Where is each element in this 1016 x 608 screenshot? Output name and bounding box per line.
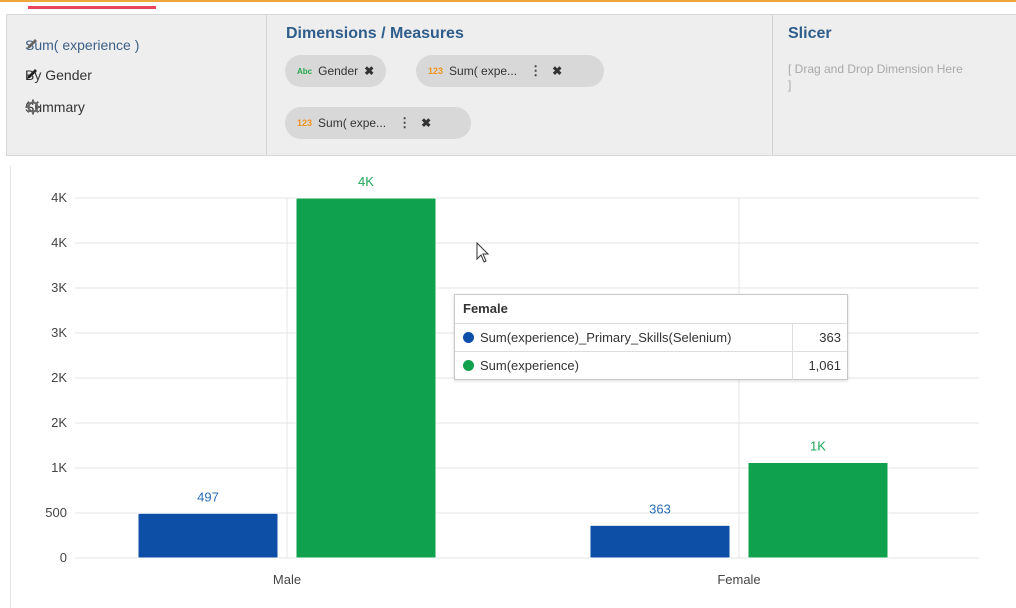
x-tick-label: Female [717,572,760,587]
dimensions-measures-panel: Dimensions / Measures Abc Gender ✖ 123 S… [268,15,773,155]
sidebar-item-measure[interactable]: Sum( experience ) [25,37,251,53]
chart-sidebar: Sum( experience ) By Gender Summary [7,15,267,155]
more-options-icon[interactable]: ⋮ [398,115,411,131]
measure-pill-1[interactable]: 123 Sum( expe... ⋮ ✖ [416,55,604,87]
data-label: 1K [810,439,826,454]
data-label: 497 [197,489,219,504]
y-tick-label: 3K [51,325,67,340]
tooltip-series-name: Sum(experience) [480,358,579,373]
slicer-drop-zone[interactable]: [ Drag and Drop Dimension Here ] [788,61,1016,93]
remove-icon[interactable]: ✖ [421,116,431,130]
pill-label: Sum( expe... [449,64,518,78]
data-label: 4K [358,174,374,189]
tooltip-title: Female [463,301,508,316]
remove-icon[interactable]: ✖ [552,64,562,78]
more-options-icon[interactable]: ⋮ [529,63,542,79]
tooltip-row: Sum(experience)_Primary_Skills(Selenium)… [455,323,847,352]
chart-config-panel: Sum( experience ) By Gender Summary Dime… [6,14,1016,156]
slicer-placeholder-line2: ] [788,78,792,92]
bar [295,197,437,559]
y-tick-label: 1K [51,460,67,475]
y-tick-label: 4K [51,190,67,205]
y-tick-label: 0 [60,550,67,565]
active-tab-indicator [28,6,156,9]
abc-type-icon: Abc [297,66,313,76]
bar [747,462,889,559]
y-tick-label: 3K [51,280,67,295]
y-tick-label: 2K [51,370,67,385]
tooltip-row: Sum(experience) 1,061 [455,351,847,380]
dimension-pill-gender[interactable]: Abc Gender ✖ [285,55,387,87]
top-accent-line [0,0,1016,2]
sidebar-item-summary[interactable]: Summary [25,99,251,115]
data-label: 363 [649,501,671,516]
y-tick-label: 500 [45,505,67,520]
tooltip-series-name: Sum(experience)_Primary_Skills(Selenium) [480,330,732,345]
bar [137,512,279,559]
slicer-panel[interactable]: Slicer [ Drag and Drop Dimension Here ] [774,15,1016,155]
bar-chart: 0 500 1K 2K 2K 3K 3K 4K 4K Male 497 4K Female 363 1K [45,174,979,587]
pill-label: Gender [318,64,359,78]
slicer-title: Slicer [788,25,832,42]
y-tick-label: 2K [51,415,67,430]
series-color-dot [463,332,474,343]
series-color-dot [463,360,474,371]
sidebar-item-label: Sum( experience ) [25,37,140,53]
bar [589,524,731,559]
slicer-placeholder-line1: [ Drag and Drop Dimension Here [788,62,963,76]
dimensions-measures-title: Dimensions / Measures [286,25,464,42]
y-tick-label: 4K [51,235,67,250]
chart-tooltip: Female Sum(experience)_Primary_Skills(Se… [454,294,848,380]
numeric-type-icon: 123 [428,66,444,76]
tooltip-series-value: 1,061 [808,358,841,373]
tooltip-series-value: 363 [819,330,841,345]
pill-label: Sum( expe... [318,116,387,130]
numeric-type-icon: 123 [297,118,313,128]
x-tick-label: Male [273,572,301,587]
measure-pill-2[interactable]: 123 Sum( expe... ⋮ ✖ [285,107,471,139]
sidebar-item-dimension[interactable]: By Gender [25,67,251,83]
chart-area: 0 500 1K 2K 2K 3K 3K 4K 4K Male 497 4K Female 363 1K [10,166,1016,608]
remove-icon[interactable]: ✖ [364,64,374,78]
